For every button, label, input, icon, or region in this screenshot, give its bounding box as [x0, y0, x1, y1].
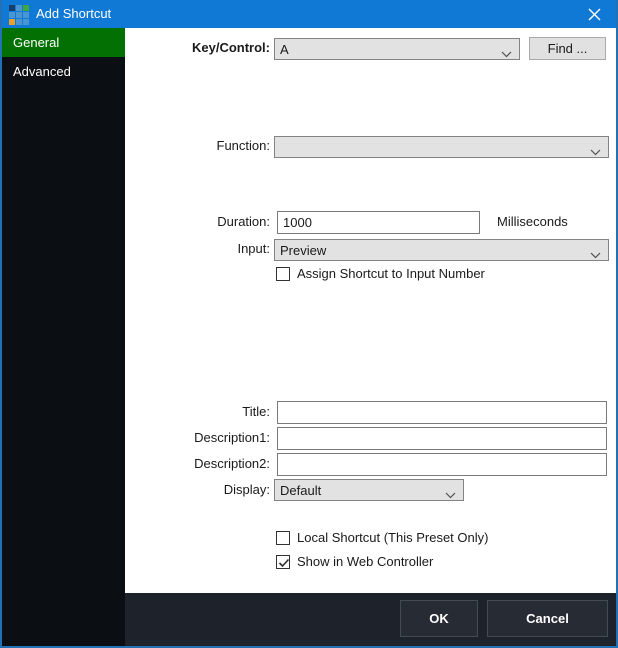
function-dropdown[interactable] [274, 136, 609, 158]
web-controller-checkbox[interactable] [276, 555, 290, 569]
description1-input[interactable] [277, 427, 607, 450]
chevron-down-icon [590, 144, 601, 159]
title-label: Title: [125, 404, 270, 419]
general-panel: Key/Control: A Find ... Function: Durati… [125, 28, 618, 593]
close-x-icon [588, 8, 601, 21]
duration-input[interactable] [277, 211, 480, 234]
description2-input[interactable] [277, 453, 607, 476]
function-label: Function: [125, 138, 270, 153]
chevron-down-icon [445, 487, 456, 502]
tab-advanced[interactable]: Advanced [2, 57, 125, 86]
key-control-value: A [280, 42, 289, 57]
find-button[interactable]: Find ... [529, 37, 606, 60]
key-control-dropdown[interactable]: A [274, 38, 520, 60]
tab-general[interactable]: General [2, 28, 125, 57]
display-dropdown[interactable]: Default [274, 479, 464, 501]
key-control-label: Key/Control: [125, 40, 270, 55]
chevron-down-icon [590, 247, 601, 262]
close-button[interactable] [572, 0, 616, 28]
checkmark-icon [277, 556, 291, 570]
duration-label: Duration: [125, 214, 270, 229]
assign-shortcut-checkbox-row[interactable]: Assign Shortcut to Input Number [276, 266, 485, 281]
chevron-down-icon [501, 46, 512, 61]
description1-label: Description1: [125, 430, 270, 445]
window-title: Add Shortcut [36, 0, 111, 28]
input-value: Preview [280, 243, 326, 258]
local-shortcut-label: Local Shortcut (This Preset Only) [297, 530, 488, 545]
app-icon [9, 5, 29, 25]
input-dropdown[interactable]: Preview [274, 239, 609, 261]
assign-shortcut-label: Assign Shortcut to Input Number [297, 266, 485, 281]
assign-shortcut-checkbox[interactable] [276, 267, 290, 281]
web-controller-checkbox-row[interactable]: Show in Web Controller [276, 554, 433, 569]
title-input[interactable] [277, 401, 607, 424]
milliseconds-label: Milliseconds [497, 214, 568, 229]
titlebar: Add Shortcut [0, 0, 618, 28]
cancel-button[interactable]: Cancel [487, 600, 608, 637]
display-value: Default [280, 483, 321, 498]
input-label: Input: [125, 241, 270, 256]
ok-button[interactable]: OK [400, 600, 478, 637]
web-controller-label: Show in Web Controller [297, 554, 433, 569]
description2-label: Description2: [125, 456, 270, 471]
add-shortcut-dialog: Add Shortcut General Advanced Key/Contro… [0, 0, 618, 648]
footer-bar: OK Cancel [125, 593, 618, 646]
local-shortcut-checkbox-row[interactable]: Local Shortcut (This Preset Only) [276, 530, 488, 545]
sidebar: General Advanced [2, 28, 125, 646]
display-label: Display: [125, 482, 270, 497]
local-shortcut-checkbox[interactable] [276, 531, 290, 545]
